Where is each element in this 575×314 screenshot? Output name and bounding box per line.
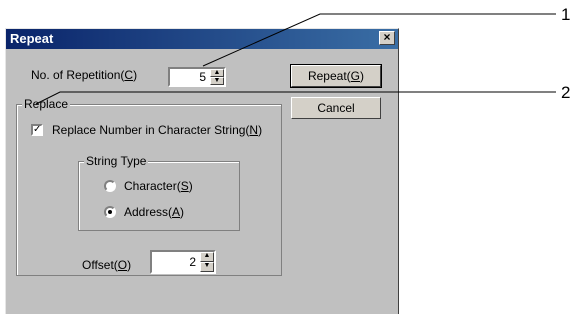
callout-line-2 — [35, 91, 556, 105]
callout-number-1: 1 — [561, 5, 571, 24]
callout-line-1 — [202, 13, 556, 67]
callout-number-2: 2 — [561, 83, 571, 102]
callout-lines — [35, 13, 556, 105]
